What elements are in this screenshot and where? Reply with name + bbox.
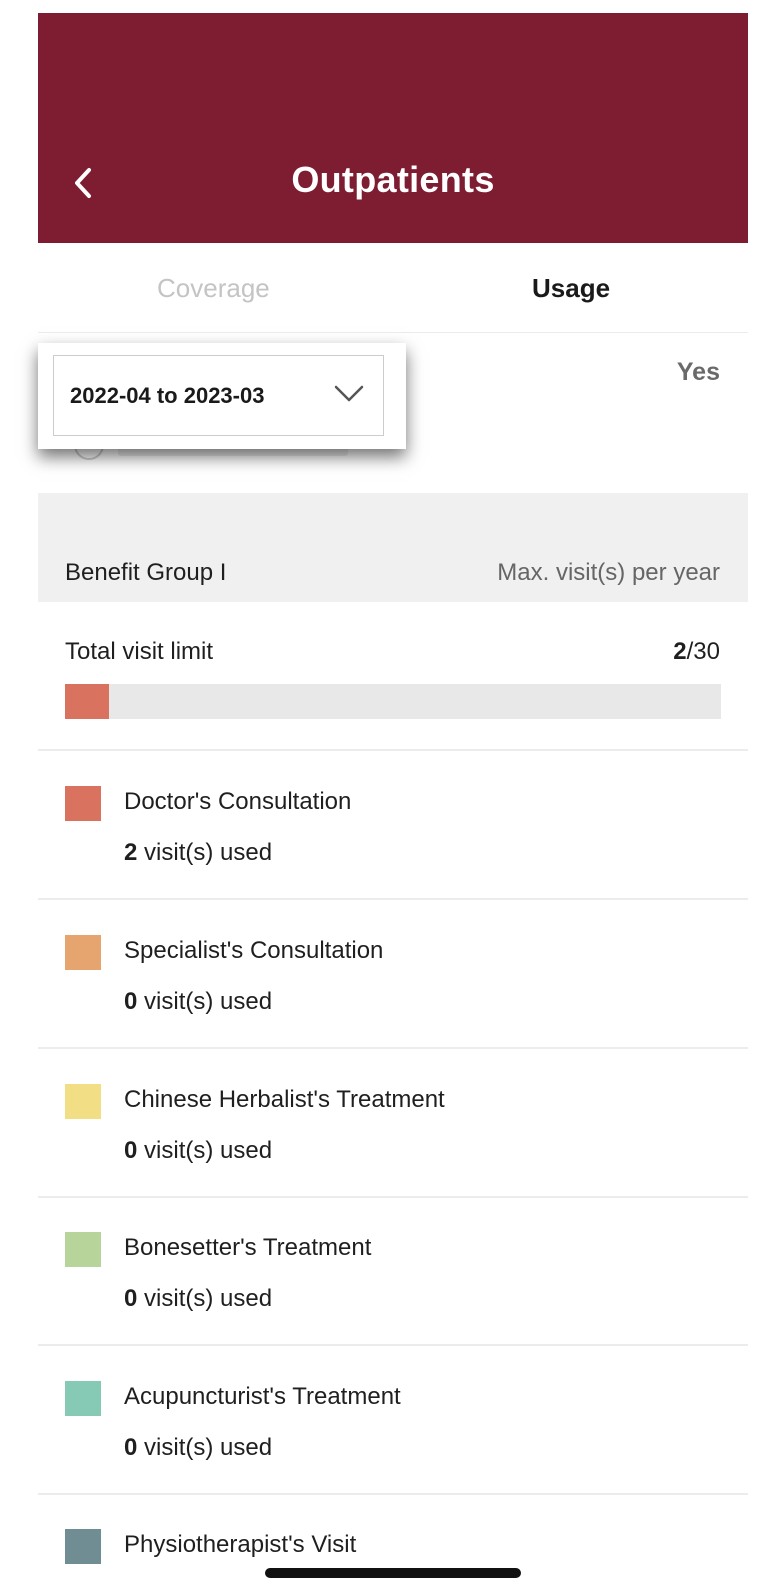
item-used-suffix: visit(s) used: [137, 988, 273, 1015]
list-item[interactable]: Specialist's Consultation 0 visit(s) use…: [38, 900, 748, 1049]
item-label: Specialist's Consultation: [124, 937, 384, 964]
item-used-suffix: visit(s) used: [137, 1434, 273, 1461]
item-used-suffix: visit(s) used: [137, 1137, 273, 1164]
item-used-count: 0: [124, 1434, 138, 1461]
item-used: 0 visit(s) used: [124, 1434, 272, 1462]
tab-usage[interactable]: Usage: [532, 273, 610, 304]
item-label: Bonesetter's Treatment: [124, 1234, 372, 1261]
item-used: 0 visit(s) used: [124, 1137, 272, 1165]
list-item[interactable]: Acupuncturist's Treatment 0 visit(s) use…: [38, 1346, 748, 1495]
usage-progress-bar: [65, 684, 721, 719]
benefit-group-name: Benefit Group I: [65, 559, 227, 586]
item-label: Chinese Herbalist's Treatment: [124, 1086, 445, 1113]
period-select[interactable]: 2022-04 to 2023-03: [53, 355, 384, 436]
page-title: Outpatients: [291, 159, 495, 200]
usage-progress-fill: [65, 684, 109, 719]
color-swatch: [65, 1381, 101, 1416]
item-used-suffix: visit(s) used: [137, 1285, 273, 1312]
list-item[interactable]: Chinese Herbalist's Treatment 0 visit(s)…: [38, 1049, 748, 1198]
color-swatch: [65, 1232, 101, 1267]
total-visit-max: /30: [686, 638, 720, 665]
item-used-count: 2: [124, 839, 138, 866]
item-used-count: 0: [124, 1137, 138, 1164]
total-visit-used: 2: [673, 638, 687, 665]
benefit-group-limit-label: Max. visit(s) per year: [497, 559, 720, 586]
color-swatch: [65, 1529, 101, 1564]
color-swatch: [65, 935, 101, 970]
item-used-count: 0: [124, 988, 138, 1015]
app-header: Outpatients: [38, 13, 748, 243]
item-used-suffix: visit(s) used: [137, 839, 273, 866]
total-visit-count: 2/30: [673, 638, 720, 666]
tab-bar: Coverage Usage: [38, 243, 748, 333]
list-item[interactable]: Bonesetter's Treatment 0 visit(s) used: [38, 1197, 748, 1346]
coverage-value: Yes: [676, 358, 720, 386]
color-swatch: [65, 1084, 101, 1119]
total-visit-label: Total visit limit: [65, 638, 214, 665]
screen: Outpatients Coverage Usage Yes 2022-04 t…: [38, 0, 748, 1586]
item-label: Doctor's Consultation: [124, 788, 352, 815]
home-indicator[interactable]: [265, 1568, 521, 1578]
period-select-value: 2022-04 to 2023-03: [70, 383, 265, 408]
item-label: Acupuncturist's Treatment: [124, 1383, 401, 1410]
item-used-count: 0: [124, 1285, 138, 1312]
total-visit-limit: Total visit limit 2/30: [38, 602, 748, 751]
item-used: 0 visit(s) used: [124, 1285, 272, 1313]
tab-coverage[interactable]: Coverage: [157, 273, 270, 304]
item-label: Physiotherapist's Visit: [124, 1531, 357, 1558]
color-swatch: [65, 786, 101, 821]
benefit-group-header: Benefit Group I Max. visit(s) per year: [38, 493, 748, 602]
list-item[interactable]: Doctor's Consultation 2 visit(s) used: [38, 751, 748, 900]
chevron-down-icon: [334, 385, 364, 402]
item-used: 2 visit(s) used: [124, 839, 272, 867]
item-used: 0 visit(s) used: [124, 988, 272, 1016]
